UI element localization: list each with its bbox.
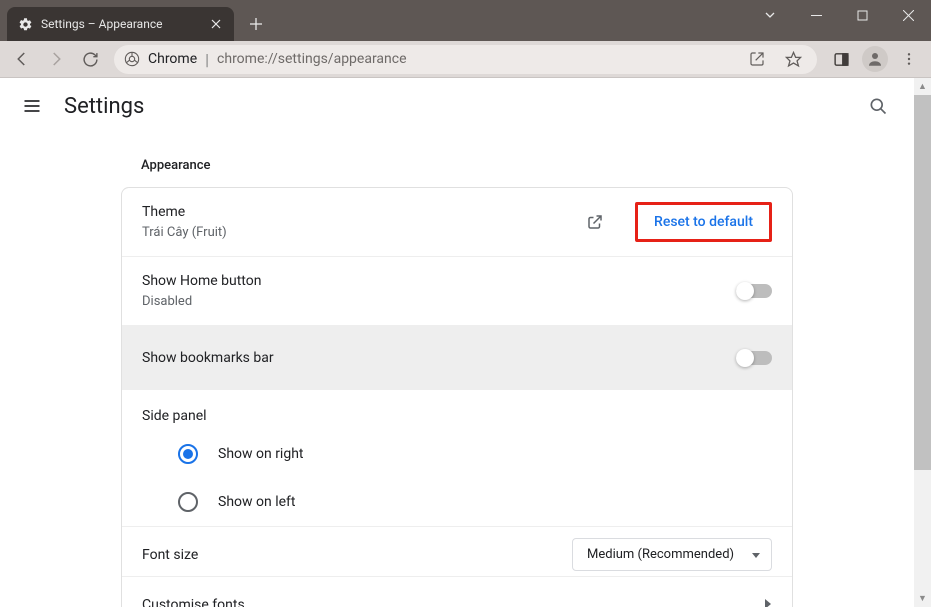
font-size-value: Medium (Recommended) [587,547,737,562]
chrome-icon [124,51,140,67]
kebab-menu-icon[interactable] [893,44,925,74]
page-title: Settings [64,94,842,119]
tab-title: Settings – Appearance [41,17,200,31]
new-tab-button[interactable] [242,10,270,38]
search-button[interactable] [862,90,894,122]
gear-icon [17,16,33,32]
close-window-button[interactable] [885,0,931,30]
maximize-button[interactable] [839,0,885,30]
sidepanel-right-option[interactable]: Show on right [122,430,792,478]
chevron-down-icon[interactable] [747,0,793,30]
customise-fonts-label: Customise fonts [142,597,764,607]
radio-icon [178,444,198,464]
theme-value: Trái Cây (Fruit) [142,224,585,242]
forward-button [40,44,72,74]
font-size-select[interactable]: Medium (Recommended) [572,538,772,571]
sidepanel-icon[interactable] [825,44,857,74]
address-bar[interactable]: Chrome | chrome://settings/appearance [114,45,817,74]
sidepanel-left-option[interactable]: Show on left [122,478,792,526]
show-home-row[interactable]: Show Home button Disabled [122,257,792,326]
show-bookmarks-label: Show bookmarks bar [142,348,736,368]
section-title: Appearance [121,134,793,187]
vertical-scrollbar[interactable]: ▲ ▼ [914,78,931,607]
show-home-toggle[interactable] [736,284,772,298]
back-button[interactable] [6,44,38,74]
omnibox-host: Chrome [148,51,197,67]
browser-tab[interactable]: Settings – Appearance [7,7,234,41]
font-size-label: Font size [142,545,572,565]
show-bookmarks-row[interactable]: Show bookmarks bar [122,326,792,390]
customise-fonts-row[interactable]: Customise fonts [122,577,792,607]
omnibox-path: chrome://settings/appearance [217,51,407,67]
show-home-label: Show Home button [142,271,736,291]
bookmark-icon[interactable] [779,45,807,73]
sidepanel-label: Side panel [122,390,792,430]
scroll-up-icon[interactable]: ▲ [914,78,931,95]
font-size-row: Font size Medium (Recommended) [122,527,792,577]
chevron-right-icon [764,595,772,607]
share-icon[interactable] [743,45,771,73]
hamburger-menu-button[interactable] [20,94,44,118]
close-tab-icon[interactable] [208,16,224,32]
scroll-down-icon[interactable]: ▼ [914,590,931,607]
theme-label: Theme [142,202,585,222]
profile-avatar[interactable] [859,44,891,74]
reload-button[interactable] [74,44,106,74]
scrollbar-thumb[interactable] [914,95,931,470]
sidepanel-right-label: Show on right [218,446,304,462]
theme-row[interactable]: Theme Trái Cây (Fruit) Reset to default [122,188,792,257]
reset-to-default-button[interactable]: Reset to default [635,202,772,242]
radio-icon [178,492,198,512]
open-external-icon[interactable] [585,212,605,232]
show-bookmarks-toggle[interactable] [736,351,772,365]
sidepanel-left-label: Show on left [218,494,295,510]
show-home-value: Disabled [142,293,736,311]
minimize-button[interactable] [793,0,839,30]
